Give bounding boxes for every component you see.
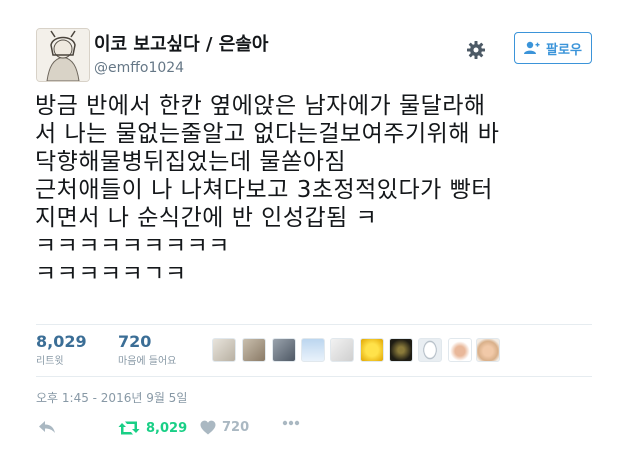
tweet-text: 방금 반에서 한칸 옆에앉은 남자에가 물달라해 서 나는 물없는줄알고 없다는… (35, 92, 600, 288)
liker-avatar[interactable] (360, 338, 384, 362)
liker-avatar[interactable] (272, 338, 296, 362)
add-user-icon (524, 41, 540, 54)
retweet-count: 8,029 (146, 420, 188, 436)
display-name[interactable]: 이코 보고싶다 / 은솔아 (94, 34, 268, 56)
liker-avatar[interactable] (301, 338, 325, 362)
tweet-line: 방금 반에서 한칸 옆에앉은 남자에가 물달라해 (35, 93, 486, 119)
tweet-header: 이코 보고싶다 / 은솔아 @emffo1024 팔로우 (36, 28, 596, 84)
retweet-stat-count: 8,029 (36, 332, 87, 351)
user-handle[interactable]: @emffo1024 (94, 58, 268, 78)
more-button[interactable] (282, 420, 300, 426)
follow-button-label: 팔로우 (546, 42, 582, 58)
like-count: 720 (222, 420, 250, 435)
tweet-line: 서 나는 물없는줄알고 없다는걸보여주기위해 바 (35, 121, 500, 147)
like-stat-label: 마음에 들어요 (118, 356, 177, 367)
user-names: 이코 보고싶다 / 은솔아 @emffo1024 (94, 34, 268, 78)
retweet-stat-label: 리트윗 (36, 356, 64, 367)
tweet-line: 닥향해물병뒤집었는데 물쏟아짐 (35, 149, 347, 175)
liker-avatar[interactable] (389, 338, 413, 362)
divider (36, 324, 592, 325)
like-stat-count: 720 (118, 332, 152, 351)
retweet-stat[interactable]: 8,029 리트윗 (36, 332, 87, 370)
liker-avatar[interactable] (476, 338, 500, 362)
tweet-line: 근처애들이 나 나쳐다보고 3초정적있다가 빵터 (35, 177, 493, 203)
heart-icon (200, 420, 216, 435)
avatar[interactable] (36, 28, 90, 82)
more-icon (282, 420, 300, 426)
tweet-line: 지면서 나 순식간에 반 인성갑됨 ㅋ (35, 205, 378, 231)
liker-avatar[interactable] (242, 338, 266, 362)
liker-avatar[interactable] (448, 338, 472, 362)
reply-icon (39, 421, 55, 433)
follow-button[interactable]: 팔로우 (514, 32, 592, 64)
liker-avatar[interactable] (330, 338, 354, 362)
tweet-actions: 8,029 720 (36, 416, 596, 444)
retweet-button[interactable]: 8,029 (118, 420, 187, 436)
gear-icon[interactable] (464, 38, 488, 62)
reply-button[interactable] (38, 420, 56, 434)
liker-avatar[interactable] (212, 338, 236, 362)
divider (36, 376, 592, 377)
tweet-line: ㅋㅋㅋㅋㅋㅋㅋㅋㅋ (35, 233, 230, 259)
tweet-timestamp[interactable]: 오후 1:45 - 2016년 9월 5일 (36, 389, 187, 406)
like-stat[interactable]: 720 마음에 들어요 (118, 332, 176, 370)
retweet-icon (118, 421, 140, 435)
tweet-line: ㅋㅋㅋㅋㅋㄱㅋ (35, 261, 187, 287)
liker-avatar[interactable] (418, 338, 442, 362)
like-button[interactable]: 720 (200, 420, 249, 435)
